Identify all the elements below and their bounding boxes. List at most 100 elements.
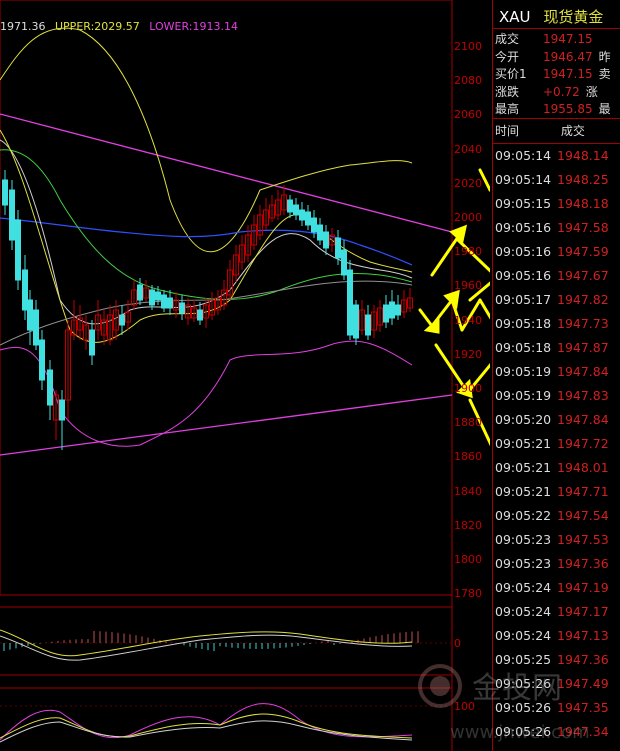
- candle-body: [287, 199, 293, 213]
- price-axis-label: 1820: [454, 518, 482, 532]
- tick-price: 1947.58: [557, 220, 609, 235]
- indicator-header: 1971.36 UPPER:2029.57 LOWER:1913.14: [0, 20, 244, 33]
- candle-body: [137, 284, 143, 301]
- tick-price: 1947.36: [557, 556, 609, 571]
- tick-row[interactable]: 09:05:21 1947.71: [495, 484, 609, 499]
- tick-time: 09:05:21: [495, 460, 552, 475]
- tick-price: 1947.67: [557, 268, 609, 283]
- tick-row[interactable]: 09:05:16 1947.59: [495, 244, 609, 259]
- tick-row[interactable]: 09:05:24 1947.17: [495, 604, 609, 619]
- quote-row: 买价1 1947.15 卖: [495, 65, 611, 82]
- candle-body: [9, 189, 15, 241]
- tick-time: 09:05:16: [495, 220, 552, 235]
- tick-row[interactable]: 09:05:21 1947.72: [495, 436, 609, 451]
- quote-label: 涨跌: [495, 84, 520, 99]
- quote-extra: 涨: [585, 84, 598, 99]
- candle-body: [353, 304, 359, 339]
- tick-time: 09:05:18: [495, 340, 552, 355]
- price-axis-label: 1940: [454, 313, 482, 327]
- upper-band: [0, 27, 413, 253]
- quote-label: 买价1: [495, 67, 527, 81]
- candle-body: [299, 209, 305, 221]
- tick-time: 09:05:22: [495, 508, 552, 523]
- tick-price: 1947.83: [557, 388, 609, 403]
- tick-time: 09:05:24: [495, 580, 552, 595]
- tick-row[interactable]: 09:05:14 1948.25: [495, 172, 609, 187]
- candle-body: [47, 369, 53, 406]
- tick-price: 1947.72: [557, 436, 609, 451]
- quote-value: 1955.85: [543, 102, 593, 116]
- watermark-brand: 金投网: [472, 671, 562, 706]
- candle-body: [119, 314, 125, 326]
- watermark: 金投网 www.jnwei.com: [418, 664, 590, 743]
- quote-panel: XAU 现货黄金 成交 1947.15 今开 1946.47 昨买价1 1947.15 卖涨…: [492, 0, 620, 751]
- instrument-name: 现货黄金: [543, 8, 604, 26]
- tick-row[interactable]: 09:05:23 1947.36: [495, 556, 609, 571]
- candle-body: [39, 339, 45, 381]
- candle-body: [311, 217, 317, 233]
- price-axis-label: 1800: [454, 553, 482, 566]
- quote-row: 最高 1955.85 最: [495, 100, 611, 117]
- tick-row[interactable]: 09:05:18 1947.87: [495, 340, 609, 355]
- tick-row[interactable]: 09:05:16 1947.58: [495, 220, 609, 235]
- tick-row[interactable]: 09:05:17 1947.82: [495, 292, 609, 307]
- tick-row[interactable]: 09:05:21 1948.01: [495, 460, 609, 475]
- candle-body: [149, 289, 155, 306]
- candle-body: [395, 304, 401, 316]
- candle-body: [341, 249, 347, 276]
- price-axis-label: 2020: [454, 176, 482, 190]
- tick-row[interactable]: 09:05:18 1947.73: [495, 316, 609, 331]
- tick-price: 1947.84: [557, 364, 609, 379]
- tick-row[interactable]: 09:05:24 1947.19: [495, 580, 609, 595]
- tick-time: 09:05:23: [495, 532, 552, 547]
- quote-extra: 最: [598, 102, 611, 116]
- candle-body: [161, 294, 167, 309]
- tick-row[interactable]: 09:05:22 1947.54: [495, 508, 609, 523]
- quote-label: 最高: [495, 102, 520, 116]
- quote-value: 1946.47: [543, 49, 593, 64]
- price-axis-label: 1780: [454, 587, 482, 601]
- quote-value: +0.72: [543, 84, 580, 99]
- tick-row[interactable]: 09:05:15 1948.18: [495, 196, 609, 211]
- candle-body: [167, 297, 173, 309]
- candle-body: [179, 302, 185, 314]
- candle-body: [317, 224, 323, 241]
- candle-body: [383, 304, 389, 323]
- tick-row[interactable]: 09:05:19 1947.83: [495, 388, 609, 403]
- tick-row[interactable]: 09:05:16 1947.67: [495, 268, 609, 283]
- candle-body: [89, 329, 95, 356]
- tick-price: 1947.17: [557, 604, 609, 619]
- quote-label: 成交: [495, 32, 520, 46]
- boll-upper: UPPER:2029.57: [55, 20, 140, 33]
- ticks-header-time: 时间: [495, 124, 520, 138]
- quote-extra: 昨: [598, 49, 611, 64]
- candle-body: [365, 314, 371, 336]
- candle-body: [33, 309, 39, 346]
- candle-body: [347, 269, 353, 336]
- tick-row[interactable]: 09:05:19 1947.84: [495, 364, 609, 379]
- tick-time: 09:05:20: [495, 412, 552, 427]
- price-axis-label: 2000: [454, 211, 482, 224]
- symbol: XAU: [499, 8, 531, 26]
- tick-price: 1947.54: [557, 508, 609, 523]
- price-axis-label: 2100: [454, 40, 482, 53]
- tick-price: 1948.14: [557, 148, 609, 163]
- price-axis-label: 1880: [454, 416, 482, 430]
- candle-body: [305, 211, 311, 226]
- tick-price: 1947.84: [557, 412, 609, 427]
- price-axis-label: 2040: [454, 142, 482, 156]
- quote-row: 成交 1947.15: [495, 30, 599, 47]
- tick-price: 1947.19: [557, 580, 609, 595]
- watermark-url: www.jnwei.com: [450, 722, 590, 743]
- boll-lower: LOWER:1913.14: [149, 20, 239, 33]
- candlestick-chart[interactable]: [0, 0, 490, 751]
- candle-body: [323, 231, 329, 249]
- tick-row[interactable]: 09:05:20 1947.84: [495, 412, 609, 427]
- price-axis-label: 1860: [454, 450, 482, 464]
- tick-time: 09:05:24: [495, 604, 552, 619]
- tick-price: 1947.82: [557, 292, 609, 307]
- tick-row[interactable]: 09:05:14 1948.14: [495, 148, 609, 163]
- candle-body: [15, 219, 21, 281]
- tick-row[interactable]: 09:05:23 1947.53: [495, 532, 609, 547]
- tick-price: 1947.53: [557, 532, 609, 547]
